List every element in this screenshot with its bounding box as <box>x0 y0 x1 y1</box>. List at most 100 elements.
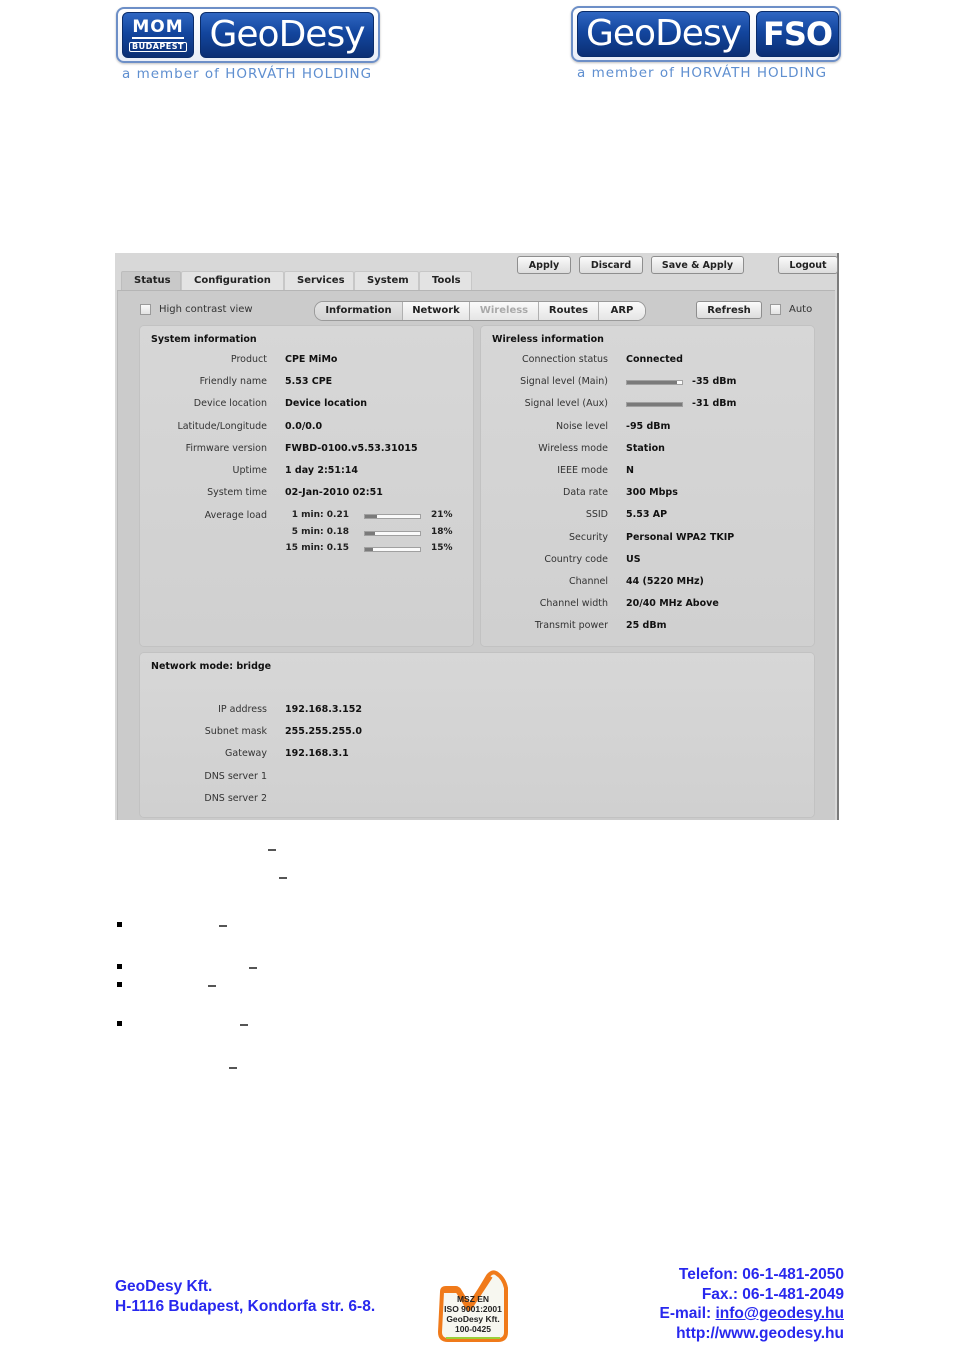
status-subnav: Information Network Wireless Routes ARP <box>314 301 646 321</box>
logout-button[interactable]: Logout <box>778 256 838 274</box>
tab-status[interactable]: Status <box>121 271 181 290</box>
signal-level-bar <box>626 402 683 408</box>
field-value: CPE MiMo <box>285 354 338 365</box>
field-value: 255.255.255.0 <box>285 726 362 738</box>
tab-tools[interactable]: Tools <box>419 271 472 290</box>
field-label: Subnet mask <box>204 726 267 738</box>
tab-configuration[interactable]: Configuration <box>181 271 284 290</box>
info-row: Channel 44 (5220 MHz) <box>481 576 704 590</box>
logo-subtitle: a member of HORVÁTH HOLDING <box>122 66 373 82</box>
dash-marker <box>219 925 227 927</box>
footer-contact: Telefon: 06-1-481-2050 Fax.: 06-1-481-20… <box>660 1265 844 1343</box>
field-value: Connected <box>626 354 683 365</box>
tab-system[interactable]: System <box>354 271 419 290</box>
geodesy-wordmark: GeoDesy <box>200 12 374 58</box>
subnav-routes[interactable]: Routes <box>539 302 599 320</box>
info-row: Transmit power 25 dBm <box>481 620 667 634</box>
field-value: 25 dBm <box>626 620 667 632</box>
high-contrast-checkbox[interactable] <box>140 304 151 315</box>
high-contrast-label: High contrast view <box>159 304 253 315</box>
apply-button[interactable]: Apply <box>517 256 571 274</box>
website-link[interactable]: http://www.geodesy.hu <box>660 1324 844 1344</box>
panel-title: System information <box>151 334 257 345</box>
field-value: 192.168.3.1 <box>285 748 349 760</box>
field-value: 02-Jan-2010 02:51 <box>285 487 383 499</box>
field-value: -31 dBm <box>692 398 737 410</box>
load-bar-fill <box>365 548 374 551</box>
auto-refresh-checkbox[interactable] <box>770 304 781 315</box>
refresh-button[interactable]: Refresh <box>696 301 762 319</box>
info-row: Signal level (Aux) -31 dBm <box>481 398 737 412</box>
device-web-ui-screenshot: Status Configuration Services System Too… <box>115 253 839 820</box>
bullet-marker <box>117 922 122 927</box>
field-label: System time <box>207 487 267 499</box>
info-row: DNS server 1 <box>140 771 267 785</box>
field-label: Device location <box>193 398 267 410</box>
signal-level-fill <box>627 403 682 407</box>
info-row: SSID 5.53 AP <box>481 509 667 523</box>
logo-subtitle: a member of HORVÁTH HOLDING <box>577 65 828 81</box>
load-value: 5 min: 0.18 <box>291 526 349 537</box>
info-row: DNS server 2 <box>140 793 267 807</box>
field-value: 1 day 2:51:14 <box>285 465 358 476</box>
field-label: Noise level <box>556 420 608 432</box>
save-apply-button[interactable]: Save & Apply <box>651 256 744 274</box>
field-label: Data rate <box>563 487 608 499</box>
auto-refresh-label: Auto <box>789 304 813 315</box>
info-row: Device location Device location <box>140 398 367 412</box>
info-row: IEEE mode N <box>481 465 634 479</box>
load-bar-fill <box>365 531 375 535</box>
load-percent: 18% <box>431 526 453 537</box>
field-value: 192.168.3.152 <box>285 704 362 715</box>
fax: Fax.: 06-1-481-2049 <box>701 1285 844 1303</box>
email-link[interactable]: info@geodesy.hu <box>716 1305 845 1322</box>
dash-marker <box>208 985 216 987</box>
field-label: DNS server 2 <box>204 792 267 804</box>
field-label: Wireless mode <box>538 442 608 454</box>
field-label: DNS server 1 <box>204 770 267 782</box>
dash-marker <box>268 849 276 851</box>
load-value: 15 min: 0.15 <box>285 543 349 553</box>
field-value: 300 Mbps <box>626 487 678 499</box>
field-value: 44 (5220 MHz) <box>626 576 704 587</box>
geodesy-wordmark: GeoDesy <box>577 11 750 57</box>
subnav-network[interactable]: Network <box>403 302 470 320</box>
company-name: GeoDesy Kft. <box>115 1278 213 1295</box>
field-value: 0.0/0.0 <box>285 420 323 432</box>
dash-marker <box>240 1024 248 1026</box>
field-label: Signal level (Main) <box>520 376 608 388</box>
panel-title: Network mode: bridge <box>151 661 272 672</box>
geodesy-fso-logo: GeoDesy FSO a member of HORVÁTH HOLDING <box>571 6 841 81</box>
load-percent: 21% <box>431 510 453 520</box>
load-percent: 15% <box>431 543 453 553</box>
info-row: Security Personal WPA2 TKIP <box>481 532 734 546</box>
info-row: Firmware version FWBD-0100.v5.53.31015 <box>140 443 418 457</box>
email-line: E-mail: info@geodesy.hu <box>659 1305 845 1322</box>
field-value: 20/40 MHz Above <box>626 598 719 610</box>
footer-address: GeoDesy Kft. H-1116 Budapest, Kondorfa s… <box>115 1277 375 1317</box>
subnav-information[interactable]: Information <box>315 302 403 320</box>
field-label: Uptime <box>232 465 267 476</box>
field-label: Channel width <box>539 598 608 610</box>
main-tabs: Status Configuration Services System Too… <box>121 271 472 290</box>
info-row: Subnet mask 255.255.255.0 <box>140 726 362 740</box>
field-value: Device location <box>285 398 368 410</box>
info-row: Signal level (Main) -35 dBm <box>481 376 736 390</box>
subnav-arp[interactable]: ARP <box>599 302 645 320</box>
field-value: FWBD-0100.v5.53.31015 <box>285 442 418 454</box>
field-label: SSID <box>585 509 608 521</box>
wireless-information-panel: Wireless information Connection status Co… <box>481 326 814 646</box>
info-row: Latitude/Longitude 0.0/0.0 <box>140 421 322 435</box>
average-load-row: Average load <box>140 510 267 524</box>
field-label: Country code <box>544 553 608 565</box>
discard-button[interactable]: Discard <box>579 256 643 274</box>
info-row: System time 02-Jan-2010 02:51 <box>140 487 383 501</box>
mom-geodesy-logo: MOM BUDAPEST GeoDesy a member of HORVÁTH… <box>116 7 380 82</box>
info-row: Wireless mode Station <box>481 442 665 457</box>
info-row: Data rate 300 Mbps <box>481 487 678 501</box>
panel-title: Wireless information <box>492 334 604 345</box>
tab-services[interactable]: Services <box>284 271 354 290</box>
field-value: N <box>626 465 634 476</box>
subnav-wireless: Wireless <box>470 302 539 320</box>
field-label: IEEE mode <box>557 465 608 476</box>
